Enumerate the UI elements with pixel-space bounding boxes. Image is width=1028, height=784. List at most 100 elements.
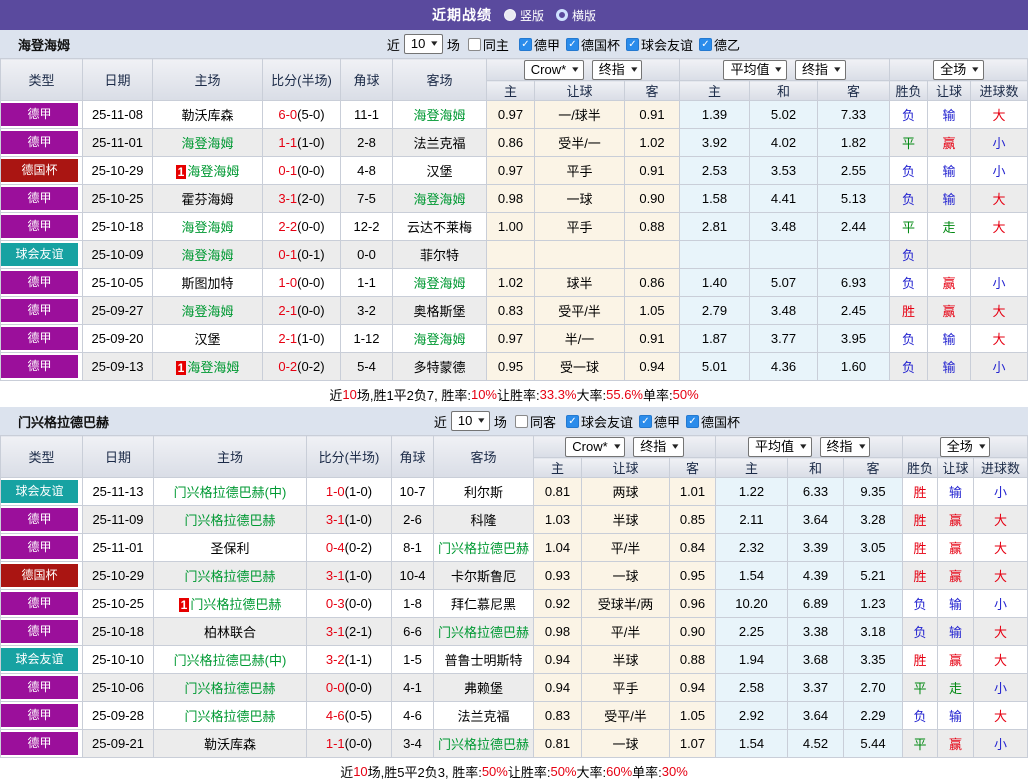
result-cell: 负 xyxy=(890,269,928,297)
odds-handicap: 半/一 xyxy=(535,325,625,353)
avg-away: 3.18 xyxy=(844,618,903,646)
league-filter-checkbox[interactable]: 德甲 xyxy=(519,35,560,54)
scope-select[interactable]: 全场▾ xyxy=(940,437,991,457)
summary-text: 场,胜1平2负7, 胜率: xyxy=(357,385,471,404)
result-cell: 负 xyxy=(903,590,938,618)
league-filter-checkbox[interactable]: 德国杯 xyxy=(686,412,740,431)
avg-away: 2.29 xyxy=(844,702,903,730)
avg-draw: 3.53 xyxy=(750,157,818,185)
header-select-cell: 全场▾ xyxy=(903,436,1028,458)
handicap-result-cell: 走 xyxy=(938,674,974,702)
match-date: 25-11-08 xyxy=(83,101,153,129)
goals-result-cell: 大 xyxy=(971,213,1028,241)
match-row: 德甲25-11-08勒沃库森6-0(5-0)11-1海登海姆0.97一/球半0.… xyxy=(1,101,1028,129)
league-badge: 德甲 xyxy=(1,213,83,241)
odds-stage-select[interactable]: 终指▾ xyxy=(633,437,684,457)
match-row: 德甲25-10-25霍芬海姆3-1(2-0)7-5海登海姆0.98一球0.901… xyxy=(1,185,1028,213)
match-date: 25-09-13 xyxy=(83,353,153,381)
corner-score: 2-8 xyxy=(341,129,393,157)
radio-horizontal-label: 横版 xyxy=(572,7,596,24)
avg-draw: 3.48 xyxy=(750,297,818,325)
avg-home: 2.92 xyxy=(716,702,788,730)
column-header: 主 xyxy=(680,81,750,101)
avg-away: 5.21 xyxy=(844,562,903,590)
match-row: 德甲25-10-251门兴格拉德巴赫0-3(0-0)1-8拜仁慕尼黑0.92受球… xyxy=(1,590,1028,618)
handicap-result-cell: 赢 xyxy=(928,129,971,157)
corner-score: 6-6 xyxy=(392,618,434,646)
avg-draw: 4.36 xyxy=(750,353,818,381)
odds-away: 0.84 xyxy=(670,534,716,562)
avg-home: 1.54 xyxy=(716,730,788,758)
page-header: 近期战绩 竖版 横版 xyxy=(0,0,1028,30)
league-badge: 德甲 xyxy=(1,506,83,534)
avg-away: 1.60 xyxy=(818,353,890,381)
average-select[interactable]: 平均值▾ xyxy=(723,60,787,80)
avg-draw: 4.39 xyxy=(788,562,844,590)
odds-away: 0.95 xyxy=(670,562,716,590)
radio-vertical-layout[interactable]: 竖版 xyxy=(504,7,544,24)
team-name: 门兴格拉德巴赫 xyxy=(18,412,109,431)
match-score: 0-0(0-0) xyxy=(307,674,392,702)
handicap-result-cell: 赢 xyxy=(938,646,974,674)
odds-home: 0.97 xyxy=(487,157,535,185)
avg-home: 1.94 xyxy=(716,646,788,674)
home-team: 门兴格拉德巴赫 xyxy=(154,674,307,702)
handicap-result-cell: 输 xyxy=(928,325,971,353)
league-filter-checkbox[interactable]: 德国杯 xyxy=(566,35,620,54)
radio-vertical-label: 竖版 xyxy=(520,7,544,24)
match-score: 0-1(0-0) xyxy=(263,157,341,185)
avg-draw: 5.07 xyxy=(750,269,818,297)
match-score: 3-1(2-0) xyxy=(263,185,341,213)
same-venue-checkbox[interactable]: 同主 xyxy=(468,35,509,54)
odds-company-select[interactable]: Crow*▾ xyxy=(524,60,584,80)
odds-company-select[interactable]: Crow*▾ xyxy=(565,437,625,457)
average-select[interactable]: 平均值▾ xyxy=(748,437,812,457)
odds-away: 0.94 xyxy=(670,674,716,702)
match-row: 德国杯25-10-291海登海姆0-1(0-0)4-8汉堡0.97平手0.912… xyxy=(1,157,1028,185)
match-score: 0-4(0-2) xyxy=(307,534,392,562)
summary-text: 场,胜5平2负3, 胜率: xyxy=(368,762,482,781)
scope-select[interactable]: 全场▾ xyxy=(933,60,984,80)
avg-away: 7.33 xyxy=(818,101,890,129)
home-team: 1门兴格拉德巴赫 xyxy=(154,590,307,618)
league-badge: 球会友谊 xyxy=(1,241,83,269)
odds-stage-select[interactable]: 终指▾ xyxy=(592,60,643,80)
league-filter-checkbox[interactable]: 德甲 xyxy=(639,412,680,431)
avg-away: 5.13 xyxy=(818,185,890,213)
header-select-cell: 平均值▾ 终指▾ xyxy=(680,59,890,81)
away-team: 利尔斯 xyxy=(434,478,534,506)
header-select-cell: 全场▾ xyxy=(890,59,1028,81)
summary-text: 大率: xyxy=(577,385,607,404)
league-filter-checkbox[interactable]: 球会友谊 xyxy=(566,412,633,431)
goals-result-cell: 小 xyxy=(971,157,1028,185)
league-badge: 德甲 xyxy=(1,297,83,325)
team-section-away: 门兴格拉德巴赫 近 10▾ 场 同客 球会友谊德甲德国杯 类型日期主场比分(半场… xyxy=(0,407,1028,784)
team-name: 海登海姆 xyxy=(18,35,70,54)
match-score: 0-2(0-2) xyxy=(263,353,341,381)
goals-result-cell: 小 xyxy=(974,478,1028,506)
corner-score: 8-1 xyxy=(392,534,434,562)
match-score: 0-3(0-0) xyxy=(307,590,392,618)
match-date: 25-09-27 xyxy=(83,297,153,325)
match-count-select[interactable]: 10▾ xyxy=(404,34,443,54)
same-venue-checkbox[interactable]: 同客 xyxy=(515,412,556,431)
league-filter-checkbox[interactable]: 德乙 xyxy=(699,35,740,54)
average-stage-select[interactable]: 终指▾ xyxy=(820,437,871,457)
column-header: 客 xyxy=(844,458,903,478)
average-stage-select[interactable]: 终指▾ xyxy=(795,60,846,80)
odds-home: 0.83 xyxy=(487,297,535,325)
home-team: 勒沃库森 xyxy=(153,101,263,129)
match-count-select[interactable]: 10▾ xyxy=(451,411,490,431)
avg-home: 2.79 xyxy=(680,297,750,325)
league-filter-checkbox[interactable]: 球会友谊 xyxy=(626,35,693,54)
match-row: 德甲25-11-09门兴格拉德巴赫3-1(1-0)2-6科隆1.03半球0.85… xyxy=(1,506,1028,534)
avg-draw: 5.02 xyxy=(750,101,818,129)
chevron-down-icon: ▾ xyxy=(672,439,678,454)
home-team: 门兴格拉德巴赫 xyxy=(154,562,307,590)
goals-result-cell: 大 xyxy=(974,646,1028,674)
summary-text: 让胜率: xyxy=(497,385,540,404)
odds-home: 1.02 xyxy=(487,269,535,297)
summary-line: 近10场,胜1平2负7, 胜率:10% 让胜率:33.3% 大率:55.6% 单… xyxy=(0,381,1028,407)
column-header: 主 xyxy=(716,458,788,478)
radio-horizontal-layout[interactable]: 横版 xyxy=(556,7,596,24)
